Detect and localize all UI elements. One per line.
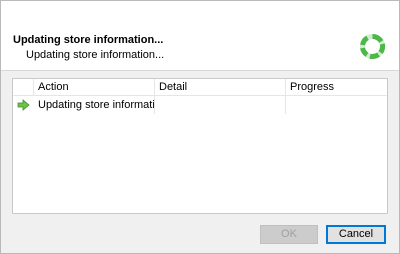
row-detail-cell [155,96,286,114]
row-progress-cell [286,96,387,114]
column-header-icon [13,79,34,95]
column-header-action[interactable]: Action [34,79,155,95]
cancel-button[interactable]: Cancel [326,225,386,244]
arrow-icon-shape [17,99,30,111]
green-arrow-right-icon [13,96,34,114]
list-header: Action Detail Progress [13,79,387,96]
action-list[interactable]: Action Detail Progress Updating store in… [12,78,388,214]
column-header-detail[interactable]: Detail [155,79,286,95]
column-header-progress[interactable]: Progress [286,79,387,95]
loading-spinner-icon [360,33,386,60]
list-item[interactable]: Updating store information... [13,96,387,114]
ok-button[interactable]: OK [260,225,318,244]
dialog-title: Updating store information... [13,34,164,46]
dialog-subtitle: Updating store information... [26,49,165,61]
dialog-header: Updating store information... Updating s… [1,1,399,71]
row-action-cell: Updating store information... [34,96,155,114]
dialog-window: Updating store information... Updating s… [0,0,400,254]
